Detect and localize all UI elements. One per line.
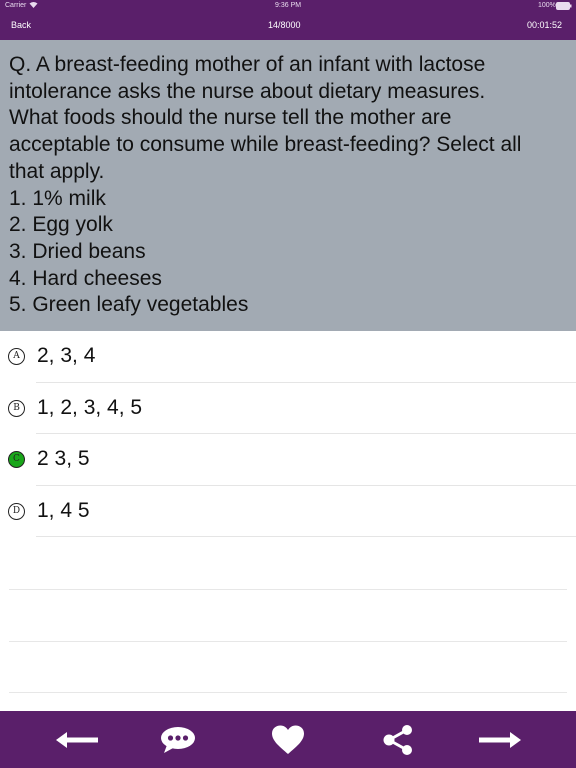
answer-letter-badge: A — [8, 348, 25, 365]
top-bar: Carrier 9:36 PM 100% Back 14/8000 00:01:… — [0, 0, 576, 40]
answer-option-c[interactable]: C 2 3, 5 — [0, 434, 576, 486]
battery-label: 100% — [538, 2, 556, 9]
answer-option-b[interactable]: B 1, 2, 3, 4, 5 — [0, 383, 576, 434]
nav-bar: Back 14/8000 00:01:52 — [0, 12, 576, 40]
answer-text: 2 3, 5 — [37, 447, 90, 470]
clock-label: 9:36 PM — [275, 2, 302, 9]
answer-text: 2, 3, 4 — [37, 344, 96, 367]
option-line: 3. Dried beans — [9, 239, 146, 263]
status-bar: Carrier 9:36 PM 100% — [0, 0, 576, 12]
comment-icon[interactable] — [148, 711, 208, 768]
back-button[interactable]: Back — [11, 20, 31, 30]
answer-letter-badge: B — [8, 399, 25, 417]
share-icon[interactable] — [368, 711, 428, 768]
option-line: 1. 1% milk — [9, 186, 106, 210]
answer-letter-badge-selected: C — [8, 451, 25, 468]
answer-option-a[interactable]: A 2, 3, 4 — [0, 331, 576, 383]
question-line: Q. A breast-feeding mother of an infant … — [9, 53, 486, 76]
question-line: intolerance asks the nurse about dietary… — [9, 79, 486, 103]
question-panel: Q. A breast-feeding mother of an infant … — [0, 40, 576, 331]
question-text: Q. A breast-feeding mother of an infant … — [9, 52, 567, 319]
question-line: that apply. — [9, 159, 105, 183]
arrow-left-icon[interactable] — [47, 711, 107, 768]
progress-counter: 14/8000 — [268, 20, 301, 30]
divider — [36, 536, 576, 537]
arrow-right-icon[interactable] — [470, 711, 530, 768]
answer-text: 1, 2, 3, 4, 5 — [37, 395, 143, 419]
answer-list: A 2, 3, 4 B 1, 2, 3, 4, 5 C 2 3, 5 D 1, … — [0, 331, 576, 537]
empty-row-divider — [9, 641, 567, 642]
wifi-icon — [29, 1, 38, 10]
option-line: 5. Green leafy vegetables — [9, 293, 249, 317]
answer-letter-badge: D — [8, 502, 25, 520]
bottom-toolbar — [0, 711, 576, 768]
empty-row-divider — [9, 692, 567, 693]
heart-icon[interactable] — [258, 711, 318, 768]
empty-row-divider — [9, 589, 567, 590]
question-line: What foods should the nurse tell the mot… — [9, 106, 452, 130]
question-line: acceptable to consume while breast-feedi… — [9, 133, 522, 157]
battery-icon — [556, 2, 572, 12]
option-line: 4. Hard cheeses — [9, 266, 162, 290]
answer-text: 1, 4 5 — [37, 498, 90, 522]
answer-option-d[interactable]: D 1, 4 5 — [0, 486, 576, 537]
timer: 00:01:52 — [527, 20, 563, 30]
option-line: 2. Egg yolk — [9, 213, 113, 237]
carrier-label: Carrier — [5, 2, 27, 9]
